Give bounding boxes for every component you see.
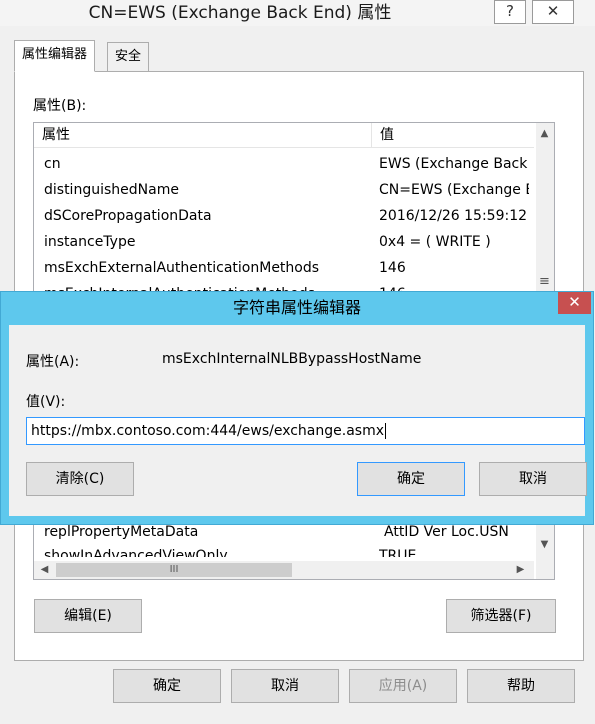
scroll-thumb-grip-icon[interactable]: ≡	[536, 273, 553, 290]
column-header-value[interactable]: 值	[372, 123, 394, 147]
table-row[interactable]: distinguishedName CN=EWS (Exchange B	[34, 177, 534, 203]
attribute-label: 属性(A):	[26, 354, 80, 370]
help-button[interactable]: 帮助	[467, 669, 575, 703]
window-titlebar: CN=EWS (Exchange Back End) 属性 ? ✕	[0, 0, 595, 26]
horizontal-scrollbar[interactable]: ◀ III ▶	[34, 561, 534, 579]
row-name: distinguishedName	[44, 182, 179, 198]
table-row[interactable]: instanceType 0x4 = ( WRITE )	[34, 229, 534, 255]
row-value: 0x4 = ( WRITE )	[379, 234, 491, 250]
filter-button[interactable]: 筛选器(F)	[446, 599, 556, 633]
table-row[interactable]: msExchExternalAuthenticationMethods 146	[34, 255, 534, 281]
apply-button[interactable]: 应用(A)	[349, 669, 457, 703]
scroll-right-icon[interactable]: ▶	[512, 561, 529, 578]
attribute-name: msExchInternalNLBBypassHostName	[162, 351, 422, 367]
value-label: 值(V):	[26, 394, 66, 410]
table-row[interactable]: dSCorePropagationData 2016/12/26 15:59:12	[34, 203, 534, 229]
edit-button[interactable]: 编辑(E)	[34, 599, 142, 633]
row-name: cn	[44, 156, 61, 172]
tab-security[interactable]: 安全	[107, 42, 150, 72]
tab-attribute-editor[interactable]: 属性编辑器	[14, 40, 96, 72]
text-caret	[385, 423, 387, 439]
row-value: 2016/12/26 15:59:12	[379, 208, 528, 224]
row-name: instanceType	[44, 234, 136, 250]
scroll-down-icon[interactable]: ▼	[536, 536, 553, 553]
cancel-button[interactable]: 取消	[231, 669, 339, 703]
dialog-ok-button[interactable]: 确定	[357, 462, 465, 496]
column-header-attribute[interactable]: 属性	[34, 123, 70, 147]
dialog-cancel-button[interactable]: 取消	[479, 462, 587, 496]
row-value: CN=EWS (Exchange B	[379, 182, 529, 198]
scroll-left-icon[interactable]: ◀	[36, 561, 53, 578]
value-input-text: https://mbx.contoso.com:444/ews/exchange…	[31, 423, 385, 439]
hscroll-thumb[interactable]: III	[56, 563, 292, 577]
close-icon[interactable]: ✕	[532, 0, 574, 24]
clear-button[interactable]: 清除(C)	[26, 462, 134, 496]
string-attribute-editor-dialog: 字符串属性编辑器 ✕ 属性(A): msExchInternalNLBBypas…	[0, 291, 594, 525]
table-row[interactable]: cn EWS (Exchange Back	[34, 151, 534, 177]
list-header: 属性 值	[34, 123, 534, 148]
attributes-label: 属性(B):	[33, 98, 87, 114]
row-name: showInAdvancedViewOnly	[44, 548, 228, 557]
value-input[interactable]: https://mbx.contoso.com:444/ews/exchange…	[26, 417, 585, 445]
scroll-up-icon[interactable]: ▲	[536, 125, 553, 142]
help-icon[interactable]: ?	[494, 0, 526, 24]
window-title: CN=EWS (Exchange Back End) 属性	[88, 3, 392, 23]
ok-button[interactable]: 确定	[113, 669, 221, 703]
row-name: dSCorePropagationData	[44, 208, 212, 224]
row-value: 146	[379, 260, 406, 276]
dialog-body: 属性(A): msExchInternalNLBBypassHostName 值…	[9, 325, 587, 516]
dialog-close-icon[interactable]: ✕	[558, 292, 591, 314]
table-row[interactable]: showInAdvancedViewOnly TRUE	[34, 543, 534, 557]
row-value: TRUE	[379, 548, 417, 557]
row-value: EWS (Exchange Back	[379, 156, 528, 172]
dialog-title: 字符串属性编辑器	[232, 298, 361, 317]
row-name: msExchExternalAuthenticationMethods	[44, 260, 320, 276]
